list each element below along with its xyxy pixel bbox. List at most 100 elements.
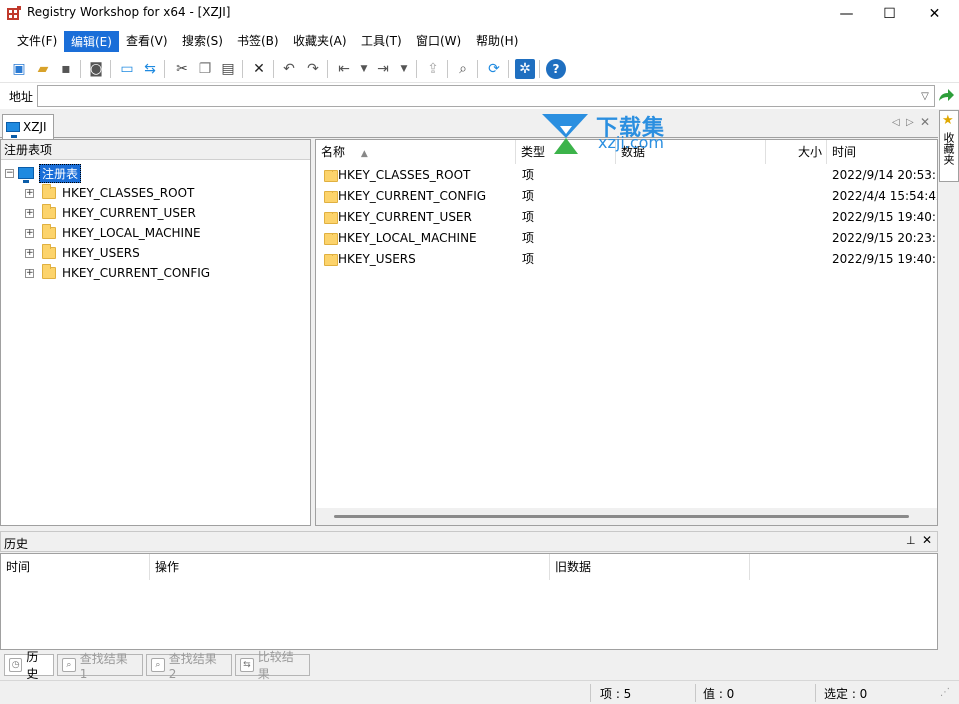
menu-edit[interactable]: 编辑(E) xyxy=(64,31,119,52)
tab-label: XZJI xyxy=(23,120,47,134)
history-column-old-data[interactable]: 旧数据 xyxy=(550,554,750,580)
delete-icon[interactable]: ✕ xyxy=(249,59,269,79)
tree-item-hkcc[interactable]: + HKEY_CURRENT_CONFIG xyxy=(25,263,210,283)
paste-icon[interactable]: ▤ xyxy=(218,59,238,79)
history-column-time[interactable]: 时间 xyxy=(1,554,150,580)
tab-compare-results[interactable]: ⇆ 比较结果 xyxy=(235,650,310,681)
find-results-icon: ⌕ xyxy=(151,658,165,672)
camera-icon[interactable]: ◙ xyxy=(86,59,106,79)
folder-icon xyxy=(324,170,338,182)
status-divider xyxy=(590,684,591,702)
tab-compare-results-label: 比较结果 xyxy=(257,650,294,681)
cut-icon[interactable]: ✂ xyxy=(172,59,192,79)
list-row[interactable]: HKEY_LOCAL_MACHINE 项 2022/9/15 20:23:... xyxy=(316,228,937,249)
computer-icon[interactable]: ▭ xyxy=(117,59,137,79)
undo-icon[interactable]: ↶ xyxy=(279,59,299,79)
tree-item-hkcr[interactable]: + HKEY_CLASSES_ROOT xyxy=(25,183,194,203)
close-tab-icon[interactable]: ✕ xyxy=(920,115,930,129)
tree-item-hklm[interactable]: + HKEY_LOCAL_MACHINE xyxy=(25,223,201,243)
computer-icon xyxy=(18,167,34,183)
close-button[interactable]: ✕ xyxy=(912,0,957,27)
scroll-left-icon[interactable]: ◁ xyxy=(892,117,900,128)
folder-icon xyxy=(42,244,56,259)
list-row[interactable]: HKEY_USERS 项 2022/9/15 19:40:... xyxy=(316,249,937,270)
resize-grip-icon[interactable]: ⋰ xyxy=(940,687,950,698)
history-column-action[interactable]: 操作 xyxy=(150,554,550,580)
folder-icon xyxy=(324,191,338,203)
go-up-icon[interactable]: ⇪ xyxy=(423,59,443,79)
menu-bar: 文件(F) 编辑(E) 查看(V) 搜索(S) 书签(B) 收藏夹(A) 工具(… xyxy=(0,27,959,55)
row-type: 项 xyxy=(522,189,535,203)
history-title: 历史 xyxy=(4,537,29,551)
list-row[interactable]: HKEY_CLASSES_ROOT 项 2022/9/14 20:53:... xyxy=(316,165,937,186)
tree-item-hku[interactable]: + HKEY_USERS xyxy=(25,243,140,263)
toolbar: ▣ ▰ ▪ ◙ ▭ ⇆ ✂ ❐ ▤ ✕ ↶ ↷ ⇤ ▼ ⇥ ▼ ⇪ ⌕ ⟳ ✲ … xyxy=(0,55,959,83)
tree-item-label: HKEY_LOCAL_MACHINE xyxy=(62,226,201,240)
menu-tools[interactable]: 工具(T) xyxy=(355,31,408,52)
horizontal-scrollbar[interactable] xyxy=(316,508,937,525)
list-row[interactable]: HKEY_CURRENT_USER 项 2022/9/15 19:40:... xyxy=(316,207,937,228)
expand-icon[interactable]: + xyxy=(25,188,34,198)
tree-item-hkcu[interactable]: + HKEY_CURRENT_USER xyxy=(25,203,196,223)
folder-icon xyxy=(324,254,338,266)
chevron-down-icon[interactable]: ▽ xyxy=(917,86,933,106)
history-title-bar: 历史 ⊥ ✕ xyxy=(0,531,938,552)
save-icon[interactable]: ▪ xyxy=(56,59,76,79)
redo-icon[interactable]: ↷ xyxy=(303,59,323,79)
tab-xzji[interactable]: XZJI xyxy=(2,114,54,139)
scroll-right-icon[interactable]: ▷ xyxy=(906,117,914,128)
settings-icon[interactable]: ✲ xyxy=(515,59,535,79)
folder-icon xyxy=(42,204,56,219)
column-size[interactable]: 大小 xyxy=(766,140,827,164)
star-icon: ★ xyxy=(942,113,954,128)
computer-icon xyxy=(6,122,20,138)
row-time: 2022/9/15 20:23:... xyxy=(832,231,937,245)
menu-favorites[interactable]: 收藏夹(A) xyxy=(287,31,353,52)
menu-search[interactable]: 搜索(S) xyxy=(176,31,229,52)
forward-dropdown-icon[interactable]: ▼ xyxy=(394,59,414,79)
column-name[interactable]: 名称 ▲ xyxy=(316,140,516,164)
expand-icon[interactable]: + xyxy=(25,248,34,258)
refresh-icon[interactable]: ⟳ xyxy=(484,59,504,79)
row-name: HKEY_CURRENT_CONFIG xyxy=(338,189,487,203)
address-input[interactable] xyxy=(37,85,935,107)
collapse-icon[interactable]: − xyxy=(5,168,14,178)
copy-icon[interactable]: ❐ xyxy=(195,59,215,79)
open-icon[interactable]: ▰ xyxy=(33,59,53,79)
watermark-subtitle: xzji.com xyxy=(598,133,665,152)
menu-help[interactable]: 帮助(H) xyxy=(470,31,524,52)
tab-find-results-1[interactable]: ⌕ 查找结果 1 xyxy=(57,652,143,681)
help-icon[interactable]: ? xyxy=(546,59,566,79)
toolbar-separator xyxy=(508,60,509,78)
scrollbar-thumb[interactable] xyxy=(334,515,909,518)
minimize-button[interactable]: — xyxy=(824,0,869,27)
expand-icon[interactable]: + xyxy=(25,208,34,218)
menu-window[interactable]: 窗口(W) xyxy=(410,31,467,52)
back-icon[interactable]: ⇤ xyxy=(334,59,354,79)
tab-history[interactable]: ◷ 历史 xyxy=(4,650,54,681)
maximize-button[interactable]: ☐ xyxy=(867,0,912,27)
expand-icon[interactable]: + xyxy=(25,228,34,238)
pin-icon[interactable]: ⊥ xyxy=(906,534,916,547)
tree-root[interactable]: − 注册表 xyxy=(5,163,82,183)
menu-file[interactable]: 文件(F) xyxy=(11,31,63,52)
row-type: 项 xyxy=(522,210,535,224)
list-row[interactable]: HKEY_CURRENT_CONFIG 项 2022/4/4 15:54:42 xyxy=(316,186,937,207)
document-tab-strip: XZJI ◁ ▷ ✕ xyxy=(0,110,938,139)
status-divider xyxy=(695,684,696,702)
menu-view[interactable]: 查看(V) xyxy=(120,31,174,52)
new-icon[interactable]: ▣ xyxy=(9,59,29,79)
connect-remote-icon[interactable]: ⇆ xyxy=(140,59,160,79)
go-arrow-icon[interactable] xyxy=(937,87,955,105)
find-icon[interactable]: ⌕ xyxy=(453,59,473,79)
tab-find-results-2[interactable]: ⌕ 查找结果 2 xyxy=(146,652,232,681)
tab-find-results-2-label: 查找结果 2 xyxy=(168,651,217,681)
menu-bookmarks[interactable]: 书签(B) xyxy=(231,31,285,52)
column-time[interactable]: 时间 xyxy=(827,140,937,164)
expand-icon[interactable]: + xyxy=(25,268,34,278)
status-selected: 选定 : 0 xyxy=(824,687,868,701)
back-dropdown-icon[interactable]: ▼ xyxy=(354,59,374,79)
close-icon[interactable]: ✕ xyxy=(922,533,932,547)
forward-icon[interactable]: ⇥ xyxy=(373,59,393,79)
address-label: 地址 xyxy=(9,90,34,104)
